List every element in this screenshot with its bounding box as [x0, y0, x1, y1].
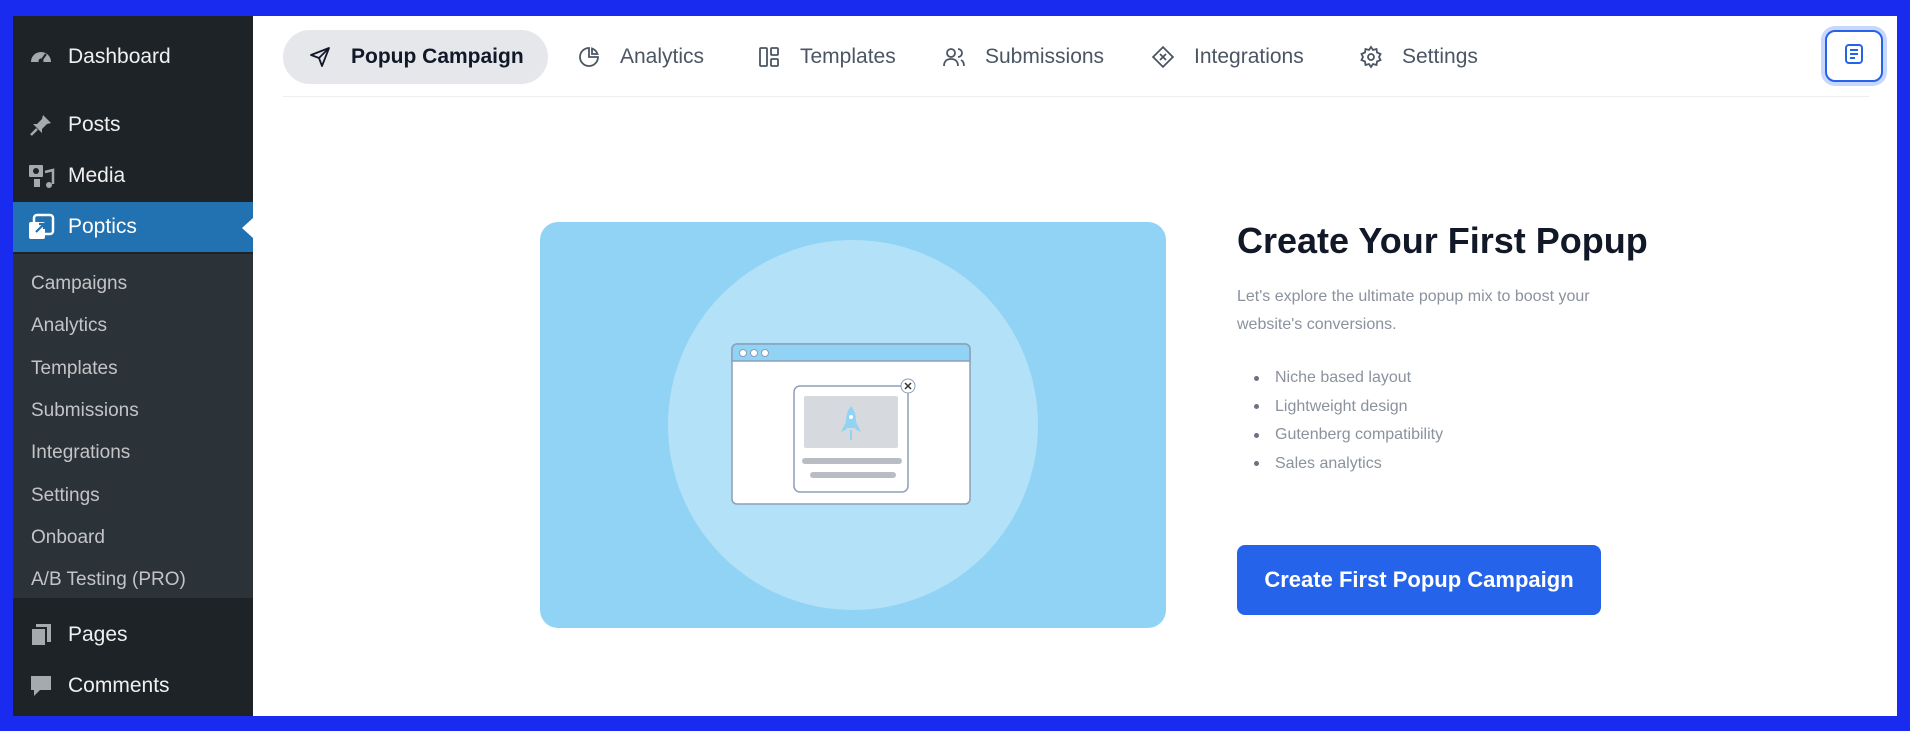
list-item: Niche based layout — [1237, 364, 1443, 393]
bullet — [1254, 375, 1259, 381]
sidebar-label: Comments — [68, 674, 170, 697]
tab-analytics[interactable]: Analytics — [552, 30, 728, 84]
bullet — [1254, 432, 1259, 438]
media-icon — [26, 161, 56, 191]
document-icon — [1842, 42, 1866, 71]
tab-integrations[interactable]: Integrations — [1126, 30, 1328, 84]
integrations-icon — [1150, 44, 1176, 70]
feature-text: Niche based layout — [1275, 369, 1412, 387]
submenu-item-templates[interactable]: Templates — [31, 358, 118, 380]
layout-icon — [756, 44, 782, 70]
sidebar-label: Poptics — [68, 215, 137, 238]
submenu-item-onboard[interactable]: Onboard — [31, 527, 105, 549]
pin-icon — [26, 110, 56, 140]
dashboard-icon — [26, 42, 56, 72]
tab-label: Settings — [1402, 45, 1478, 68]
submenu-item-campaigns[interactable]: Campaigns — [31, 273, 127, 295]
tab-popup-campaign[interactable]: Popup Campaign — [283, 30, 548, 84]
sidebar-item-comments[interactable]: Comments — [13, 661, 253, 711]
list-item: Sales analytics — [1237, 450, 1443, 479]
bullet — [1254, 404, 1259, 410]
hero-subtitle: Let's explore the ultimate popup mix to … — [1237, 288, 1590, 333]
poptics-submenu: Campaigns Analytics Templates Submission… — [13, 254, 253, 598]
list-item: Lightweight design — [1237, 393, 1443, 422]
comment-icon — [26, 671, 56, 701]
sidebar-item-poptics[interactable]: Poptics — [13, 202, 253, 252]
submenu-item-settings[interactable]: Settings — [31, 485, 100, 507]
poptics-icon — [26, 212, 56, 242]
hero-title: Create Your First Popup — [1237, 220, 1648, 261]
tab-label: Integrations — [1194, 45, 1304, 68]
pages-icon — [26, 620, 56, 650]
bullet — [1254, 461, 1259, 467]
tab-label: Submissions — [985, 45, 1105, 68]
submenu-item-analytics[interactable]: Analytics — [31, 315, 107, 337]
feature-text: Lightweight design — [1275, 397, 1408, 415]
hero-illustration — [540, 222, 1166, 628]
tab-templates[interactable]: Templates — [732, 30, 920, 84]
users-icon — [941, 44, 967, 70]
sidebar-label: Posts — [68, 113, 121, 136]
sidebar-label: Dashboard — [68, 45, 171, 68]
active-indicator — [242, 218, 253, 238]
documentation-button[interactable] — [1825, 30, 1883, 82]
feature-text: Sales analytics — [1275, 454, 1382, 472]
sidebar-item-pages[interactable]: Pages — [13, 610, 253, 660]
feature-text: Gutenberg compatibility — [1275, 426, 1444, 444]
sidebar-item-posts[interactable]: Posts — [13, 100, 253, 150]
feature-list: Niche based layout Lightweight design Gu… — [1237, 364, 1443, 478]
tab-label: Analytics — [620, 45, 705, 68]
tab-submissions[interactable]: Submissions — [917, 30, 1128, 84]
sidebar-item-dashboard[interactable]: Dashboard — [13, 32, 253, 82]
list-item: Gutenberg compatibility — [1237, 421, 1443, 450]
app-frame: Dashboard Posts Media Poptics Campaigns … — [13, 16, 1897, 716]
nav-divider — [283, 96, 1869, 97]
sidebar-label: Media — [68, 164, 126, 187]
sidebar-label: Pages — [68, 623, 128, 646]
sidebar-item-media[interactable]: Media — [13, 151, 253, 201]
gear-icon — [1358, 44, 1384, 70]
pie-chart-icon — [576, 44, 602, 70]
plugin-top-nav: Popup Campaign Analytics Templates Submi… — [253, 16, 1897, 98]
submenu-item-ab-testing[interactable]: A/B Testing (PRO) — [31, 569, 186, 591]
submenu-item-integrations[interactable]: Integrations — [31, 442, 130, 464]
tab-label: Popup Campaign — [351, 45, 524, 68]
browser-popup-graphic — [731, 343, 971, 505]
tab-settings[interactable]: Settings — [1334, 30, 1502, 84]
submenu-item-submissions[interactable]: Submissions — [31, 400, 139, 422]
tab-label: Templates — [800, 45, 896, 68]
create-campaign-button[interactable]: Create First Popup Campaign — [1237, 545, 1601, 615]
send-icon — [307, 44, 333, 70]
admin-sidebar: Dashboard Posts Media Poptics Campaigns … — [13, 16, 253, 716]
